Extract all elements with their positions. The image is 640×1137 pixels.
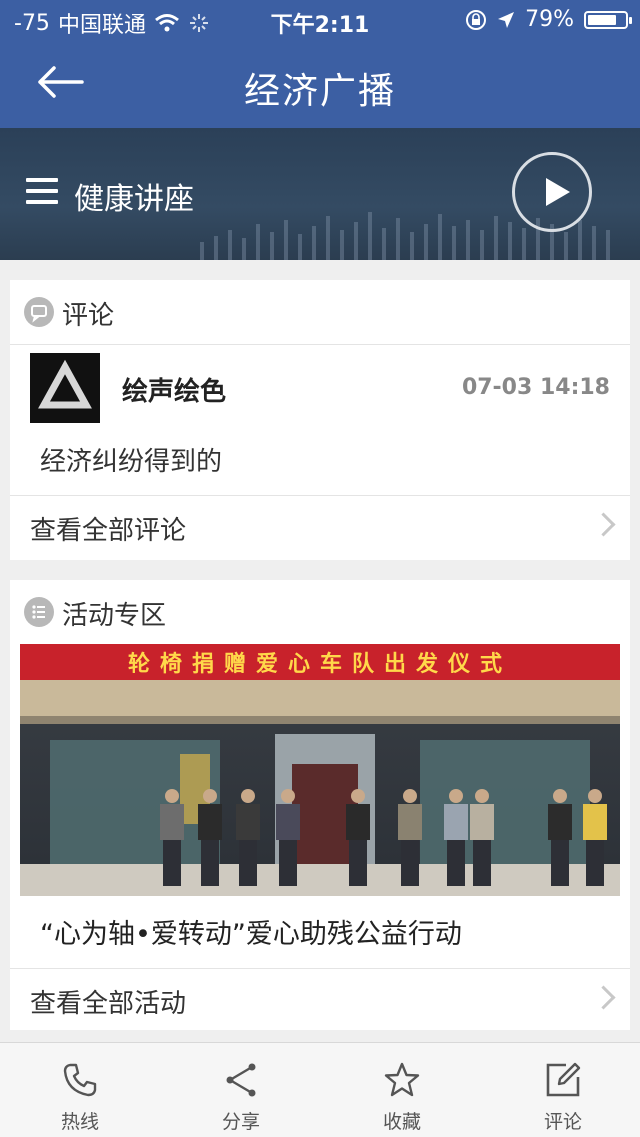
comments-card: 评论 绘声绘色 07-03 14:18 经济纠纷得到的 查看全部评论 (10, 280, 630, 560)
visualizer-bar (438, 214, 442, 260)
view-all-activities-link[interactable]: 查看全部活动 (10, 968, 630, 1031)
phone-icon (63, 1063, 97, 1097)
tab-comment[interactable]: 评论 (503, 1043, 623, 1137)
activities-title: 活动专区 (62, 601, 167, 631)
visualizer-bar (228, 230, 232, 260)
visualizer-bar (494, 216, 498, 260)
tab-hotline[interactable]: 热线 (20, 1043, 140, 1137)
activities-card: 活动专区 轮椅捐赠爱心车队出发仪式 “心为轴•爱转动”爱心助残公益行动 查看全部… (10, 580, 630, 1030)
tab-hotline-label: 热线 (60, 1111, 99, 1133)
visualizer-bar (522, 228, 526, 260)
comment-username: 绘声绘色 (122, 377, 227, 407)
visualizer-bar (200, 242, 204, 260)
menu-icon[interactable] (26, 178, 58, 204)
visualizer-bar (508, 222, 512, 260)
location-arrow-icon (498, 11, 515, 28)
tab-favorite[interactable]: 收藏 (342, 1043, 462, 1137)
program-title: 健康讲座 (74, 182, 194, 217)
rotation-lock-icon (466, 9, 487, 30)
chevron-right-icon (591, 512, 616, 537)
page-title: 经济广播 (243, 71, 396, 112)
play-button[interactable] (512, 152, 592, 232)
share-icon (226, 1063, 256, 1097)
comment-text: 经济纠纷得到的 (40, 447, 223, 477)
activity-caption: “心为轴•爱转动”爱心助残公益行动 (40, 919, 462, 950)
visualizer-bar (424, 224, 428, 260)
speech-bubble-icon (24, 297, 54, 327)
visualizer-bar (606, 230, 610, 260)
battery-icon (584, 10, 632, 29)
chevron-right-icon (591, 985, 616, 1010)
navigation-header: -75 中国联通 下午2:11 79% 经济广播 (0, 0, 640, 128)
visualizer-bar (326, 216, 330, 260)
edit-icon (546, 1062, 581, 1097)
tab-share[interactable]: 分享 (181, 1043, 301, 1137)
view-all-comments-link[interactable]: 查看全部评论 (10, 496, 630, 558)
visualizer-bar (578, 220, 582, 260)
battery-percent: 79% (525, 7, 574, 32)
view-all-comments-label: 查看全部评论 (30, 516, 187, 546)
visualizer-bar (564, 232, 568, 260)
visualizer-bar (466, 220, 470, 260)
visualizer-bar (480, 230, 484, 260)
comments-title: 评论 (62, 301, 115, 331)
tab-comment-label: 评论 (543, 1111, 582, 1133)
visualizer-bar (312, 226, 316, 260)
visualizer-bar (410, 232, 414, 260)
star-icon (384, 1062, 420, 1097)
visualizer-bar (368, 212, 372, 260)
visualizer-bar (452, 226, 456, 260)
visualizer-bar (270, 232, 274, 260)
visualizer-bar (592, 226, 596, 260)
visualizer-bar (396, 218, 400, 260)
view-all-activities-label: 查看全部活动 (30, 989, 187, 1019)
status-bar: -75 中国联通 下午2:11 79% (0, 0, 640, 40)
visualizer-bar (382, 228, 386, 260)
visualizer-bar (298, 234, 302, 260)
activities-header: 活动专区 (10, 580, 630, 644)
visualizer-bar (284, 220, 288, 260)
photo-banner-text: 轮椅捐赠爱心车队出发仪式 (128, 651, 512, 677)
visualizer-bar (354, 222, 358, 260)
tab-favorite-label: 收藏 (382, 1111, 421, 1133)
visualizer-bar (256, 224, 260, 260)
tab-share-label: 分享 (221, 1111, 260, 1133)
visualizer-bar (214, 236, 218, 260)
avatar[interactable] (30, 353, 100, 423)
comments-header: 评论 (10, 280, 630, 345)
bottom-tab-bar: 热线 分享 收藏 评论 (0, 1042, 640, 1137)
comment-time: 07-03 14:18 (461, 375, 610, 400)
player-banner: 健康讲座 (0, 128, 640, 260)
visualizer-bar (340, 230, 344, 260)
list-icon (24, 597, 54, 627)
visualizer-bar (242, 238, 246, 260)
comment-item[interactable]: 绘声绘色 07-03 14:18 经济纠纷得到的 (10, 345, 630, 496)
activity-photo[interactable]: 轮椅捐赠爱心车队出发仪式 (20, 644, 620, 896)
